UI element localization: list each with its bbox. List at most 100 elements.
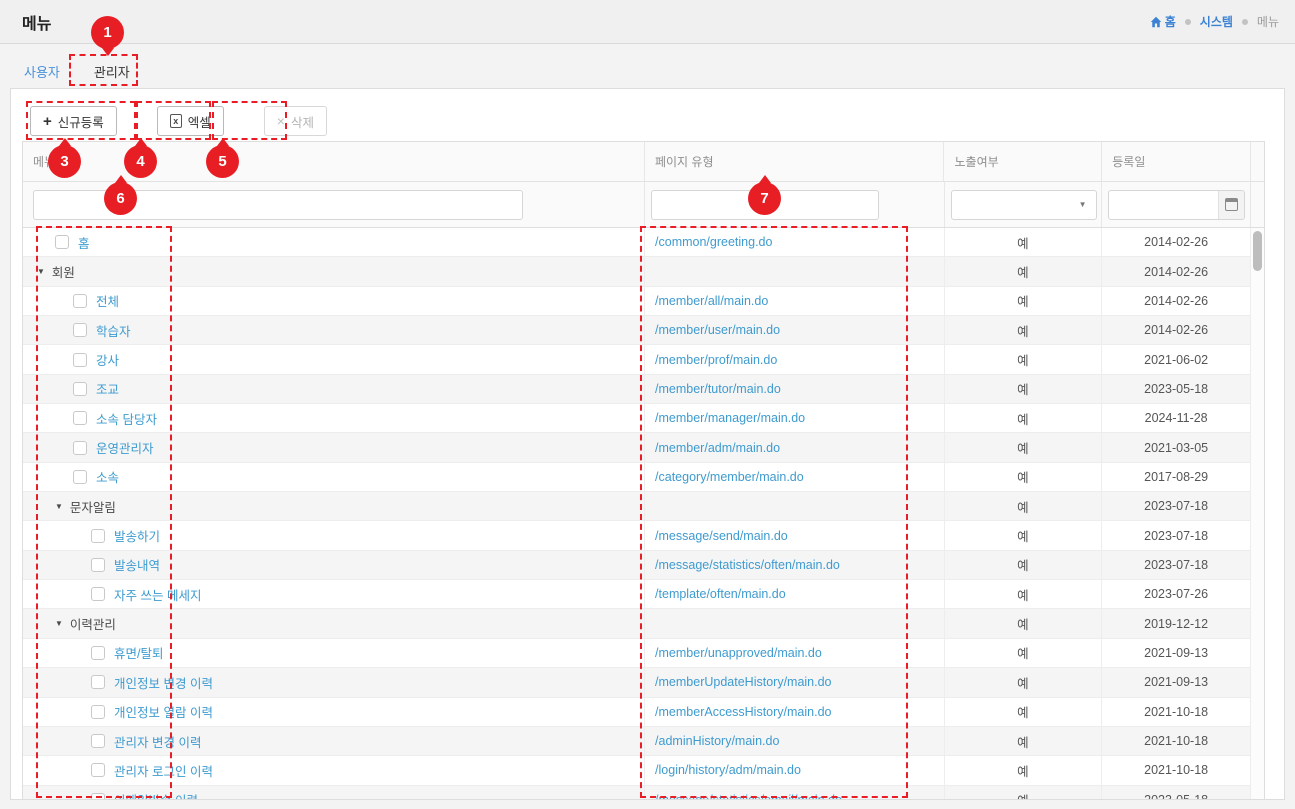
page-url-link[interactable]: /category/member/main.do bbox=[645, 470, 804, 484]
reg-date-cell: 2014-02-26 bbox=[1102, 257, 1251, 285]
delete-button[interactable]: × 삭제 bbox=[264, 106, 327, 136]
visibility-cell: 예 bbox=[945, 345, 1103, 373]
tree-row: 휴면/탈퇴/member/unapproved/main.do예2021-09-… bbox=[23, 639, 1264, 668]
row-checkbox[interactable] bbox=[91, 793, 105, 800]
page-url-link[interactable]: /member/user/main.do bbox=[645, 323, 780, 337]
breadcrumb-system-link[interactable]: 시스템 bbox=[1200, 13, 1233, 30]
column-header-page-type[interactable]: 페이지 유형 bbox=[645, 142, 945, 181]
tree-collapse-icon[interactable]: ▼ bbox=[37, 267, 45, 276]
callout-4: 4 bbox=[124, 145, 157, 178]
page-url-link[interactable]: /member/all/main.do bbox=[645, 294, 768, 308]
excel-label: 엑셀 bbox=[188, 112, 211, 131]
tab-admin[interactable]: 관리자 bbox=[92, 58, 132, 85]
page-url-link[interactable]: /member/prof/main.do bbox=[645, 353, 777, 367]
menu-link[interactable]: 전체 bbox=[96, 291, 119, 310]
group-label: 이력관리 bbox=[70, 614, 116, 633]
row-checkbox[interactable] bbox=[91, 763, 105, 777]
page-url-link[interactable]: /login/history/adm/main.do bbox=[645, 763, 801, 777]
tree-collapse-icon[interactable]: ▼ bbox=[55, 619, 63, 628]
row-checkbox[interactable] bbox=[55, 235, 69, 249]
column-header-visibility[interactable]: 노출여부 bbox=[944, 142, 1102, 181]
calendar-icon bbox=[1225, 198, 1238, 211]
tab-user[interactable]: 사용자 bbox=[22, 58, 62, 85]
row-checkbox[interactable] bbox=[73, 294, 87, 308]
new-register-label: 신규등록 bbox=[58, 112, 104, 131]
calendar-button[interactable] bbox=[1218, 191, 1244, 219]
page-url-link[interactable]: /memberUpdateHistory/main.do bbox=[645, 675, 831, 689]
row-checkbox[interactable] bbox=[73, 323, 87, 337]
reg-date-cell: 2021-09-13 bbox=[1102, 668, 1251, 696]
page-url-link[interactable]: /message/send/main.do bbox=[645, 529, 788, 543]
date-filter-input[interactable] bbox=[1109, 191, 1218, 219]
tree-row: 홈/common/greeting.do예2014-02-26 bbox=[23, 228, 1264, 257]
menu-link[interactable]: 휴면/탈퇴 bbox=[114, 643, 163, 662]
menu-link[interactable]: 발송하기 bbox=[114, 526, 160, 545]
breadcrumb-separator-icon bbox=[1242, 19, 1248, 25]
menu-link[interactable]: 이메일발송 이력 bbox=[114, 790, 198, 800]
visibility-filter-select[interactable]: ▼ bbox=[951, 190, 1097, 220]
page-url-link[interactable]: /member/adm/main.do bbox=[645, 441, 780, 455]
excel-button[interactable]: x 엑셀 bbox=[157, 106, 224, 136]
visibility-cell: 예 bbox=[945, 463, 1103, 491]
reg-date-cell: 2023-05-18 bbox=[1102, 375, 1251, 403]
tree-row: ▼이력관리예2019-12-12 bbox=[23, 609, 1264, 638]
column-header-spacer bbox=[1251, 142, 1264, 181]
menu-link[interactable]: 운영관리자 bbox=[96, 438, 154, 457]
reg-date-cell: 2024-11-28 bbox=[1102, 404, 1251, 432]
visibility-cell: 예 bbox=[945, 639, 1103, 667]
menu-link[interactable]: 관리자 변경 이력 bbox=[114, 732, 201, 751]
menu-link[interactable]: 발송내역 bbox=[114, 555, 160, 574]
row-checkbox[interactable] bbox=[91, 705, 105, 719]
row-checkbox[interactable] bbox=[91, 529, 105, 543]
row-checkbox[interactable] bbox=[91, 646, 105, 660]
tree-row: 전체/member/all/main.do 예2014-02-26 bbox=[23, 287, 1264, 316]
tree-row: ▼회원예2014-02-26 bbox=[23, 257, 1264, 286]
menu-link[interactable]: 개인정보 변경 이력 bbox=[114, 673, 213, 692]
tree-collapse-icon[interactable]: ▼ bbox=[55, 502, 63, 511]
callout-5: 5 bbox=[206, 145, 239, 178]
page-url-link[interactable]: /template/often/main.do bbox=[645, 587, 786, 601]
reg-date-cell: 2021-10-18 bbox=[1102, 756, 1251, 784]
reg-date-cell: 2014-02-26 bbox=[1102, 287, 1251, 315]
page-url-link[interactable]: /message/statistics/email/main.do bbox=[645, 793, 842, 800]
menu-link[interactable]: 관리자 로그인 이력 bbox=[114, 761, 213, 780]
page-url-link[interactable]: /common/greeting.do bbox=[645, 235, 772, 249]
reg-date-cell: 2021-03-05 bbox=[1102, 433, 1251, 461]
menu-link[interactable]: 자주 쓰는 메세지 bbox=[114, 585, 201, 604]
tree-row: 조교/member/tutor/main.do예2023-05-18 bbox=[23, 375, 1264, 404]
menu-link[interactable]: 홈 bbox=[78, 233, 90, 252]
page-url-link[interactable]: /member/tutor/main.do bbox=[645, 382, 781, 396]
column-header-reg-date[interactable]: 등록일 bbox=[1102, 142, 1251, 181]
menu-link[interactable]: 조교 bbox=[96, 379, 119, 398]
page-url-link[interactable]: /member/manager/main.do bbox=[645, 411, 805, 425]
scrollbar-thumb[interactable] bbox=[1253, 231, 1262, 271]
tab-bar: 사용자 관리자 bbox=[22, 58, 132, 85]
tree-row: ▼문자알림예2023-07-18 bbox=[23, 492, 1264, 521]
menu-link[interactable]: 소속 담당자 bbox=[96, 409, 157, 428]
row-checkbox[interactable] bbox=[73, 441, 87, 455]
row-checkbox[interactable] bbox=[73, 411, 87, 425]
plus-icon: + bbox=[43, 114, 52, 129]
row-checkbox[interactable] bbox=[91, 587, 105, 601]
row-checkbox[interactable] bbox=[91, 558, 105, 572]
menu-link[interactable]: 개인정보 열람 이력 bbox=[114, 702, 213, 721]
callout-7: 7 bbox=[748, 182, 781, 215]
page-url-link[interactable]: /message/statistics/often/main.do bbox=[645, 558, 840, 572]
scrollbar-track[interactable] bbox=[1251, 228, 1264, 800]
row-checkbox[interactable] bbox=[73, 382, 87, 396]
row-checkbox[interactable] bbox=[73, 353, 87, 367]
visibility-cell: 예 bbox=[945, 727, 1103, 755]
page-url-link[interactable]: /memberAccessHistory/main.do bbox=[645, 705, 831, 719]
group-label: 회원 bbox=[52, 262, 75, 281]
row-checkbox[interactable] bbox=[91, 734, 105, 748]
page-url-link[interactable]: /member/unapproved/main.do bbox=[645, 646, 822, 660]
row-checkbox[interactable] bbox=[73, 470, 87, 484]
menu-link[interactable]: 학습자 bbox=[96, 321, 131, 340]
page-url-link[interactable]: /adminHistory/main.do bbox=[645, 734, 779, 748]
breadcrumb-home-link[interactable]: 홈 bbox=[1150, 13, 1176, 30]
menu-link[interactable]: 강사 bbox=[96, 350, 119, 369]
row-checkbox[interactable] bbox=[91, 675, 105, 689]
visibility-cell: 예 bbox=[945, 287, 1103, 315]
menu-link[interactable]: 소속 bbox=[96, 467, 119, 486]
new-register-button[interactable]: + 신규등록 bbox=[30, 106, 117, 136]
